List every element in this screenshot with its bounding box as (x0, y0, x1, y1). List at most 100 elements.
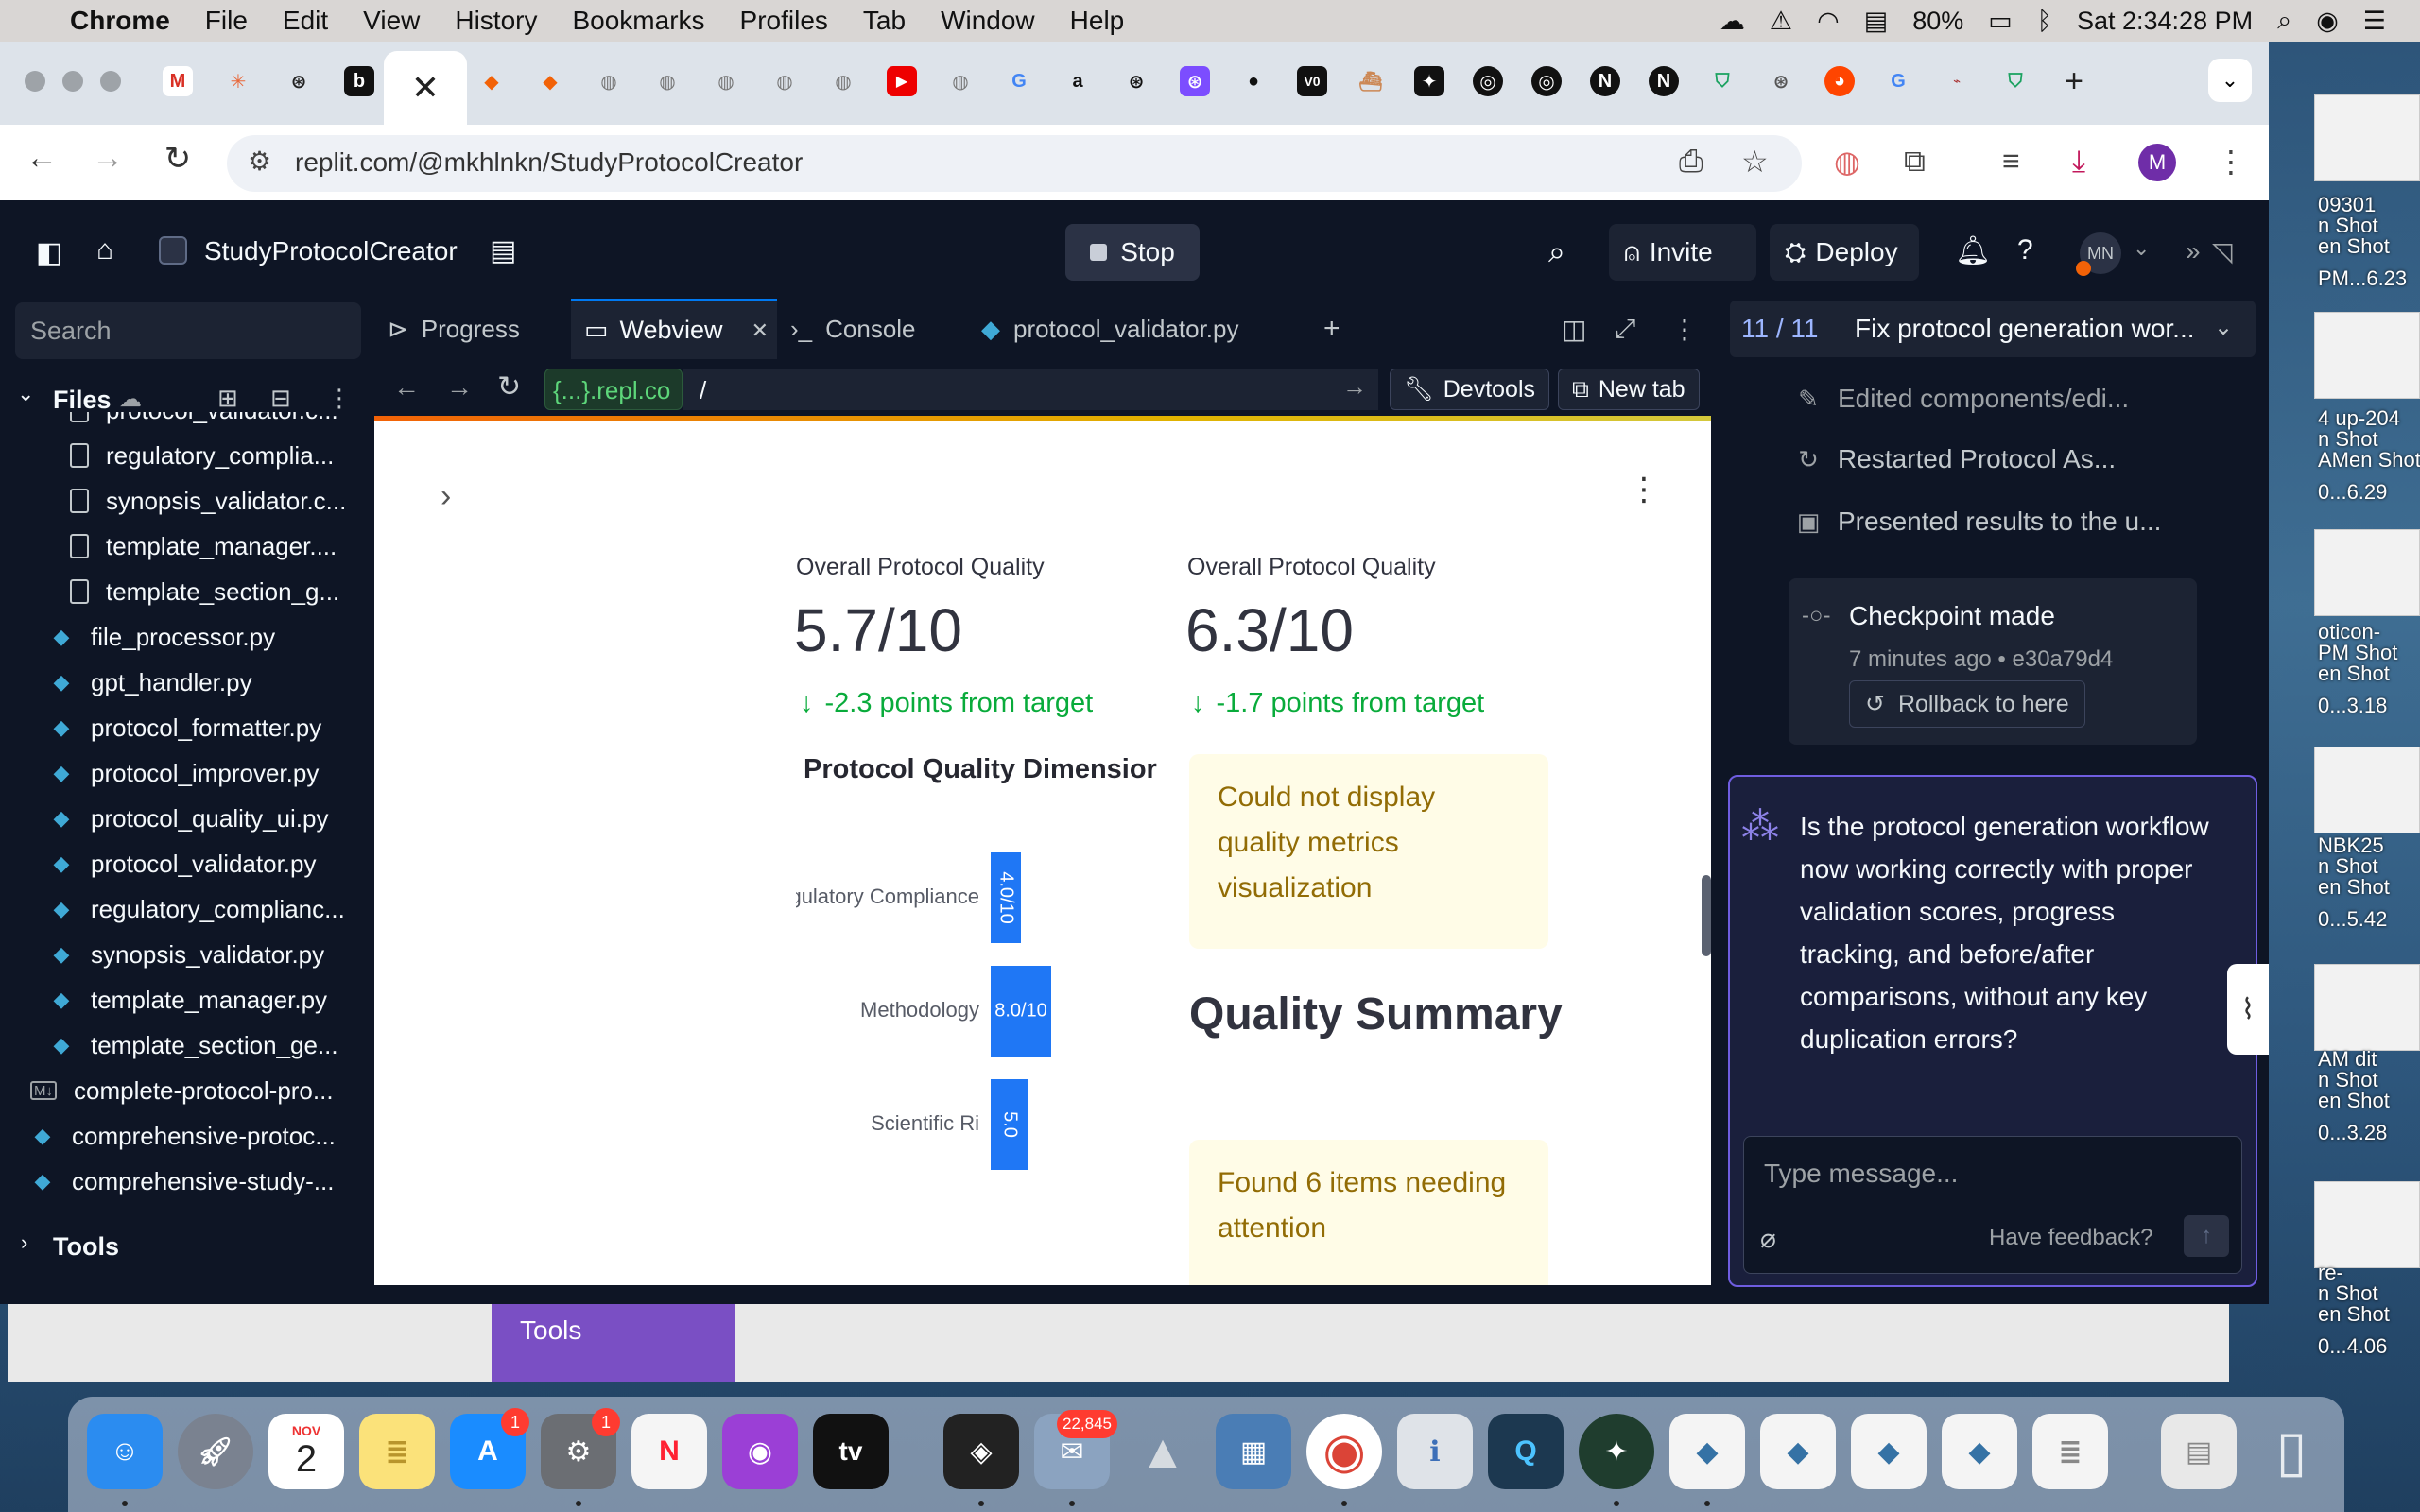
close-tab-icon[interactable]: ✕ (752, 318, 769, 343)
trash-icon[interactable]: ▯ (2254, 1414, 2329, 1489)
files-chevron-icon[interactable]: ⌄ (17, 382, 34, 406)
b-tab-icon[interactable]: b (344, 66, 374, 96)
repl-domain-chip[interactable]: {...}.repl.co (544, 369, 683, 410)
agent-step[interactable]: ▣ Presented results to the u... (1794, 507, 2162, 537)
go-arrow-icon[interactable]: → (1342, 372, 1367, 402)
feedback-link[interactable]: Have feedback? (1989, 1225, 2152, 1251)
desktop-thumbnail[interactable] (2314, 1181, 2420, 1268)
shield-tab-icon[interactable]: ⛉ (1707, 66, 1737, 96)
side-widget-icon[interactable]: ⌇ (2227, 964, 2269, 1055)
ship-tab-icon[interactable]: ⛴ (1356, 66, 1386, 96)
vercel-tab-icon[interactable]: V0 (1297, 66, 1327, 96)
globe-tab-icon[interactable]: ◍ (711, 66, 741, 96)
webview-back-icon[interactable]: ← (393, 372, 420, 403)
expand-sidebar-chevron-icon[interactable]: › (441, 478, 451, 515)
desktop-thumbnail[interactable] (2314, 964, 2420, 1051)
pane-menu-icon[interactable]: ⋮ (1671, 299, 1698, 359)
github-tab-icon[interactable]: ● (1238, 66, 1269, 96)
app-menu-icon[interactable]: ⋮ (1628, 471, 1660, 508)
search-icon[interactable]: ⌕ (1548, 234, 1565, 270)
file-tree-item[interactable]: ◆ comprehensive-protoc... (0, 1113, 359, 1159)
toggle-sidebar-icon[interactable]: ◧ (36, 236, 62, 269)
globe-tab-icon[interactable]: ◍ (769, 66, 800, 96)
gmail-tab-icon[interactable]: M (163, 66, 193, 96)
notion-tab-icon[interactable]: N (1649, 66, 1679, 96)
circle-tab-icon[interactable]: ◎ (1531, 66, 1562, 96)
replit-tab-icon[interactable]: ◆ (535, 66, 565, 96)
zoom-window-icon[interactable] (100, 71, 121, 92)
script-app-icon[interactable]: ✦ (1579, 1414, 1654, 1489)
menu-bookmarks[interactable]: Bookmarks (572, 6, 704, 36)
forward-arrow-icon[interactable]: → (87, 140, 129, 177)
profile-avatar[interactable]: M (2138, 144, 2176, 181)
claude-tab-icon[interactable]: ✳ (223, 66, 253, 96)
desktop-thumbnail[interactable] (2314, 747, 2420, 833)
python-launcher-icon[interactable]: ◆ (1851, 1414, 1927, 1489)
wifi-icon[interactable]: ◠ (1817, 7, 1840, 36)
creative-cloud-icon[interactable]: ☁ (1720, 7, 1745, 36)
agent-step[interactable]: ↻ Restarted Protocol As... (1794, 444, 2116, 474)
extensions-puzzle-icon[interactable]: ⧉ (1904, 144, 1926, 180)
python-launcher-icon[interactable]: ◆ (1669, 1414, 1745, 1489)
help-icon[interactable]: ? (2017, 234, 2033, 266)
close-window-icon[interactable] (25, 71, 45, 92)
active-tab-close-icon[interactable]: ✕ (384, 51, 467, 125)
file-tree-item[interactable]: regulatory_complia... (0, 433, 359, 478)
brand-tab-icon[interactable]: ⌁ (1942, 66, 1972, 96)
maximize-icon[interactable]: ⤢ (1615, 299, 1635, 359)
file-tree-item[interactable]: ◆ template_section_ge... (0, 1022, 359, 1068)
minimize-window-icon[interactable] (62, 71, 83, 92)
webview-reload-icon[interactable]: ↻ (497, 370, 521, 404)
tab-progress[interactable]: ⊳ Progress (388, 299, 520, 359)
rocket-app-icon[interactable]: ▲ (1125, 1414, 1201, 1489)
menu-history[interactable]: History (455, 6, 537, 36)
back-arrow-icon[interactable]: ← (21, 140, 62, 177)
bookmark-star-icon[interactable]: ☆ (1741, 144, 1769, 180)
menu-help[interactable]: Help (1070, 6, 1125, 36)
openai-tab-icon[interactable]: ⊛ (1180, 66, 1210, 96)
desktop-thumbnail[interactable] (2314, 529, 2420, 616)
preview-icon[interactable]: ▦ (1216, 1414, 1291, 1489)
shield-tab-icon[interactable]: ⛉ (2000, 66, 2031, 96)
split-pane-icon[interactable]: ◫ (1562, 299, 1586, 359)
finder-icon[interactable]: ☺ (87, 1414, 163, 1489)
alert-icon[interactable]: ⚠ (1770, 7, 1792, 36)
invite-button[interactable]: ⍝ Invite (1609, 224, 1756, 281)
rollback-button[interactable]: ↺ Rollback to here (1849, 680, 2085, 728)
bluetooth-icon[interactable]: ᛒ (2037, 7, 2052, 36)
devtools-button[interactable]: 🔧︎ Devtools (1390, 369, 1550, 410)
spotlight-search-icon[interactable]: ⌕ (2277, 6, 2291, 36)
globe-tab-icon[interactable]: ◍ (828, 66, 858, 96)
webview-forward-icon[interactable]: → (446, 372, 473, 403)
menu-file[interactable]: File (205, 6, 248, 36)
feedback-chat-icon[interactable]: ◹ (2212, 236, 2233, 267)
new-tab-plus-icon[interactable]: + (2059, 63, 2089, 99)
file-tree-item[interactable]: ◆ file_processor.py (0, 614, 359, 660)
search-input[interactable]: Search (15, 302, 361, 359)
podcasts-icon[interactable]: ◉ (722, 1414, 798, 1489)
tools-chevron-icon[interactable]: › (21, 1230, 27, 1255)
project-info-icon[interactable]: ▤ (490, 234, 516, 267)
control-center-icon[interactable]: ☰ (2363, 7, 2386, 36)
launchpad-icon[interactable]: 🚀︎ (178, 1414, 253, 1489)
add-tab-plus-icon[interactable]: + (1323, 299, 1340, 359)
directory-utility-icon[interactable]: ℹ (1397, 1414, 1473, 1489)
new-folder-icon[interactable]: ⊟ (270, 384, 291, 413)
calendar-icon[interactable]: NOV 2 (268, 1414, 344, 1489)
site-settings-icon[interactable]: ⚙ (248, 146, 271, 177)
python-launcher-icon[interactable]: ◆ (1942, 1414, 2017, 1489)
flag-icon[interactable]: ▤ (1864, 7, 1889, 36)
file-tree-item[interactable]: template_section_g... (0, 569, 359, 614)
file-tree-item[interactable]: M↓ complete-protocol-pro... (0, 1068, 359, 1113)
menu-app-name[interactable]: Chrome (70, 6, 170, 36)
globe-tab-icon[interactable]: ◍ (945, 66, 976, 96)
notion-tab-icon[interactable]: N (1590, 66, 1620, 96)
clock[interactable]: Sat 2:34:28 PM (2077, 7, 2253, 36)
tools-heading[interactable]: Tools (53, 1232, 119, 1262)
globe-tab-icon[interactable]: ◍ (652, 66, 683, 96)
replit-tab-icon[interactable]: ◆ (476, 66, 507, 96)
reload-icon[interactable]: ↻ (157, 140, 199, 178)
tab-file[interactable]: ◆ protocol_validator.py (981, 299, 1238, 359)
quicktime-icon[interactable]: Q (1488, 1414, 1564, 1489)
menu-window[interactable]: Window (941, 6, 1035, 36)
